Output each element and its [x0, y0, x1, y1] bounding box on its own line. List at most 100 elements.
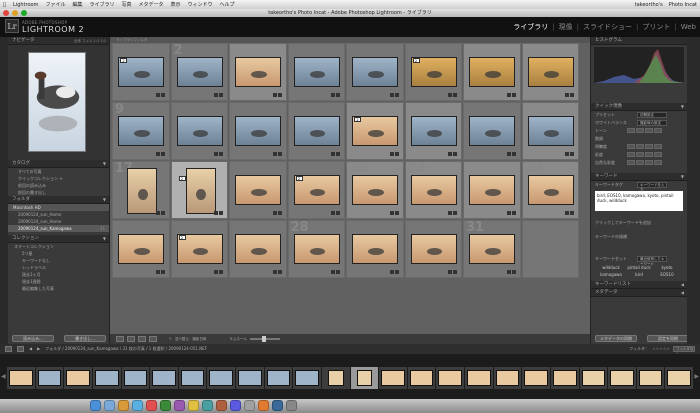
dock-app-icon[interactable]: [244, 400, 255, 411]
filmstrip-thumbnail[interactable]: [493, 367, 522, 389]
metadata-badge-icon[interactable]: [214, 211, 218, 215]
develop-badge-icon[interactable]: [336, 152, 340, 156]
keyword-text-area[interactable]: bird, EOS10, kamogawa, kyoto, pintail du…: [595, 191, 683, 211]
keyword-chip[interactable]: kamogawa: [597, 272, 625, 277]
stack-badge[interactable]: 2: [178, 235, 186, 240]
grid-cell[interactable]: [404, 102, 462, 160]
develop-badge-icon[interactable]: [511, 270, 516, 274]
metadata-badge-icon[interactable]: [214, 93, 218, 97]
painter-icon[interactable]: ✎: [169, 337, 172, 341]
collection-item[interactable]: 最近編集した写真: [8, 285, 109, 292]
grid-cell[interactable]: 9: [112, 102, 170, 160]
filmstrip-thumbnail[interactable]: [665, 367, 693, 389]
grid-view-button[interactable]: [116, 336, 124, 342]
dock-app-icon[interactable]: [132, 400, 143, 411]
folder-item-selected[interactable]: 20090124_sun_Kamogawa 31: [8, 225, 109, 232]
develop-badge-icon[interactable]: [511, 152, 516, 156]
metadata-badge-icon[interactable]: [506, 270, 511, 274]
grid-cell[interactable]: 2: [346, 102, 404, 160]
grid-cell[interactable]: 2: [112, 43, 170, 101]
grid-cell[interactable]: [346, 43, 404, 101]
metadata-badge-icon[interactable]: [565, 211, 569, 215]
develop-badge-icon[interactable]: [453, 93, 457, 97]
menu-edit[interactable]: 編集: [72, 1, 82, 8]
photo-thumbnail[interactable]: [235, 57, 281, 87]
grid-cell[interactable]: [521, 102, 579, 160]
filmstrip-thumbnail[interactable]: [608, 367, 636, 389]
metadata-badge-icon[interactable]: [331, 152, 335, 156]
grid-cell[interactable]: 2: [170, 43, 228, 101]
main-window-icon[interactable]: [5, 346, 12, 352]
histogram-header[interactable]: ヒストグラム: [591, 37, 687, 45]
grid-cell[interactable]: [229, 43, 287, 101]
photo-thumbnail[interactable]: [527, 116, 574, 146]
grid-cell[interactable]: 28: [287, 220, 345, 278]
photo-thumbnail[interactable]: [185, 168, 216, 214]
keyword-chip[interactable]: EOS10: [653, 272, 681, 277]
metadata-badge-icon[interactable]: [506, 152, 511, 156]
grid-cell[interactable]: [287, 43, 345, 101]
dock-app-icon[interactable]: [258, 400, 269, 411]
develop-badge-icon[interactable]: [394, 270, 399, 274]
dock-app-icon[interactable]: [90, 400, 101, 411]
thumbnail-size-slider[interactable]: [249, 336, 280, 342]
photo-thumbnail[interactable]: [176, 116, 223, 146]
filmstrip-thumbnail[interactable]: [636, 367, 665, 389]
collection-item[interactable]: 過去1ヶ月: [8, 271, 109, 278]
histogram-graph[interactable]: [594, 47, 684, 83]
filmstrip-scroll-right-icon[interactable]: ▶: [694, 373, 699, 380]
grid-cell[interactable]: 2: [404, 43, 462, 101]
develop-badge-icon[interactable]: [277, 211, 282, 215]
second-window-icon[interactable]: [17, 346, 24, 352]
develop-badge-icon[interactable]: [219, 270, 223, 274]
metadata-badge-icon[interactable]: [389, 211, 394, 215]
grid-cell[interactable]: [463, 161, 521, 219]
photo-thumbnail[interactable]: [293, 116, 340, 146]
catalog-previous-export[interactable]: 前回の書き出し: [8, 189, 109, 196]
folder-item[interactable]: 20090124_sun_Home: [8, 211, 109, 218]
folders-header[interactable]: フォルダ ▼: [8, 196, 109, 204]
photo-thumbnail[interactable]: [469, 116, 515, 146]
metadata-badge-icon[interactable]: [565, 93, 569, 97]
sync-metadata-button[interactable]: メタデータの同期: [595, 335, 637, 342]
filmstrip-thumbnail[interactable]: [264, 367, 293, 389]
develop-badge-icon[interactable]: [570, 152, 574, 156]
filmstrip-thumbnail[interactable]: [150, 367, 178, 389]
stack-badge[interactable]: 2: [354, 117, 361, 122]
folder-volume[interactable]: Macintosh HD: [8, 204, 109, 211]
develop-badge-icon[interactable]: [277, 270, 282, 274]
filmstrip-thumbnail[interactable]: [579, 367, 608, 389]
compare-view-button[interactable]: [138, 336, 146, 342]
back-arrow-icon[interactable]: ◀: [29, 344, 32, 354]
sort-control[interactable]: 並べ替え：撮影日時: [175, 337, 207, 342]
develop-badge-icon[interactable]: [160, 93, 165, 97]
stack-badge[interactable]: 2: [412, 58, 420, 63]
photo-thumbnail[interactable]: [293, 57, 340, 87]
keyword-chip[interactable]: kyoto: [653, 265, 681, 270]
adjust-up[interactable]: [645, 128, 653, 133]
adjust-down[interactable]: [636, 128, 644, 133]
develop-badge-icon[interactable]: [570, 211, 574, 215]
photo-thumbnail[interactable]: [352, 234, 398, 264]
develop-badge-icon[interactable]: [219, 93, 223, 97]
metadata-badge-icon[interactable]: [155, 152, 160, 156]
metadata-badge-icon[interactable]: [448, 211, 452, 215]
collection-item[interactable]: レッドラベル: [8, 264, 109, 271]
collection-item[interactable]: キーワードなし: [8, 257, 109, 264]
develop-badge-icon[interactable]: [394, 211, 399, 215]
develop-badge-icon[interactable]: [277, 93, 282, 97]
keyword-set-select[interactable]: 最近使用したキーワード: [637, 256, 667, 266]
metadata-badge-icon[interactable]: [331, 270, 335, 274]
metadata-badge-icon[interactable]: [214, 152, 218, 156]
keywording-header[interactable]: キーワード ▼: [591, 173, 687, 181]
white-balance-select[interactable]: 撮影時の設定: [637, 120, 667, 126]
filmstrip-thumbnail[interactable]: [465, 367, 493, 389]
metadata-badge-icon[interactable]: [331, 93, 335, 97]
grid-cell[interactable]: 31: [463, 220, 521, 278]
filmstrip-path[interactable]: フォルダ / 20090124_sun_Kamogawa / 31 枚の写真 /…: [45, 344, 207, 354]
adjust-up[interactable]: [645, 160, 653, 165]
menu-help[interactable]: ヘルプ: [220, 1, 235, 8]
develop-badge-icon[interactable]: [453, 211, 457, 215]
collection-item[interactable]: 過去1週間: [8, 278, 109, 285]
menu-lightroom[interactable]: Lightroom: [13, 2, 38, 8]
